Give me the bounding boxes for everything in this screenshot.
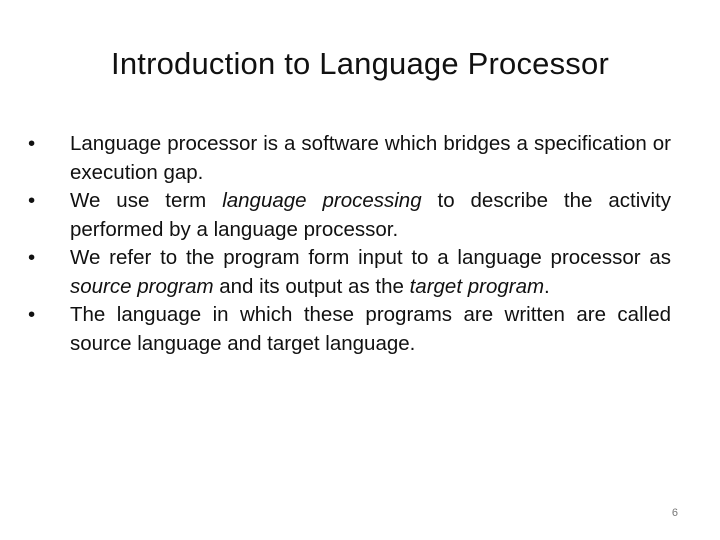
bullet-emphasis: source program	[70, 274, 214, 298]
bullet-emphasis: target program	[409, 274, 545, 298]
bullet-emphasis: language processing	[222, 189, 422, 212]
bullet-item: • We use term language processing to des…	[28, 187, 671, 244]
bullet-list: • Language processor is a software which…	[28, 130, 671, 358]
bullet-text: The language in which these programs are…	[70, 303, 671, 355]
bullet-text: Language processor is a software which b…	[70, 132, 671, 184]
bullet-icon: •	[28, 189, 36, 212]
bullet-text: and its output as the	[213, 274, 410, 298]
bullet-text: .	[544, 274, 550, 298]
bullet-icon: •	[28, 132, 36, 155]
bullet-item: • We refer to the program form input to …	[28, 244, 671, 301]
bullet-icon: •	[28, 303, 36, 326]
bullet-item: • The language in which these programs a…	[28, 301, 671, 358]
bullet-text: We use term	[70, 189, 223, 212]
bullet-text: We refer to the program form input to a …	[70, 246, 671, 269]
bullet-icon: •	[28, 246, 36, 269]
bullet-item: • Language processor is a software which…	[28, 130, 671, 187]
page-number: 6	[671, 507, 678, 519]
slide-title: Introduction to Language Processor	[111, 46, 609, 81]
slide: Introduction to Language Processor • Lan…	[0, 0, 720, 540]
